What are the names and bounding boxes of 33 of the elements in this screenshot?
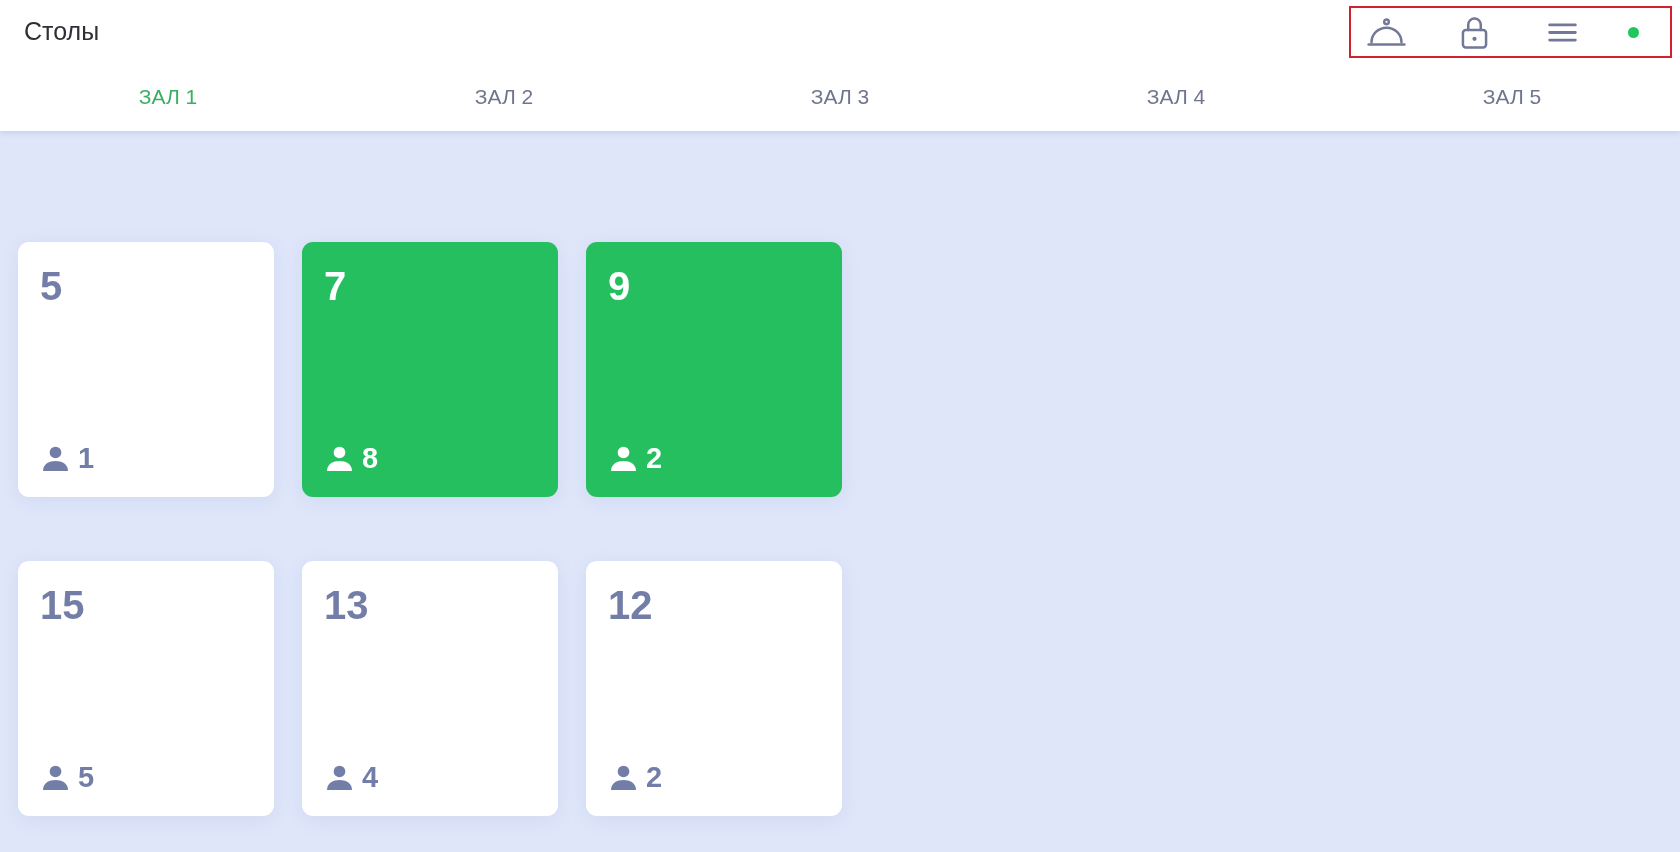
table-number: 7 <box>324 266 347 306</box>
menu-icon[interactable] <box>1548 22 1577 42</box>
table-card[interactable]: 7 8 <box>302 242 558 497</box>
hall-tab[interactable]: ЗАЛ 5 <box>1344 62 1680 131</box>
person-icon <box>611 446 636 471</box>
hall-tab[interactable]: ЗАЛ 3 <box>672 62 1008 131</box>
person-icon <box>327 765 352 790</box>
person-icon <box>43 446 68 471</box>
table-number: 9 <box>608 266 631 306</box>
guest-count: 5 <box>78 763 95 792</box>
table-number: 15 <box>40 585 85 625</box>
guest-count: 4 <box>362 763 379 792</box>
person-icon <box>611 765 636 790</box>
person-icon <box>327 446 352 471</box>
hall-tab[interactable]: ЗАЛ 4 <box>1008 62 1344 131</box>
table-number: 13 <box>324 585 369 625</box>
table-card[interactable]: 12 2 <box>586 561 842 816</box>
lock-icon[interactable] <box>1461 15 1488 49</box>
hall-tab[interactable]: ЗАЛ 1 <box>0 62 336 131</box>
guest-count: 8 <box>362 444 379 473</box>
guest-count: 1 <box>78 444 95 473</box>
page-title: Столы <box>24 18 100 44</box>
table-card[interactable]: 9 2 <box>586 242 842 497</box>
table-number: 12 <box>608 585 653 625</box>
table-number: 5 <box>40 266 63 306</box>
table-card[interactable]: 13 4 <box>302 561 558 816</box>
guest-count: 2 <box>646 763 663 792</box>
table-card[interactable]: 5 1 <box>18 242 274 497</box>
table-card[interactable]: 15 5 <box>18 561 274 816</box>
guest-count: 2 <box>646 444 663 473</box>
cloche-icon[interactable] <box>1367 17 1406 47</box>
hall-tab[interactable]: ЗАЛ 2 <box>336 62 672 131</box>
person-icon <box>43 765 68 790</box>
